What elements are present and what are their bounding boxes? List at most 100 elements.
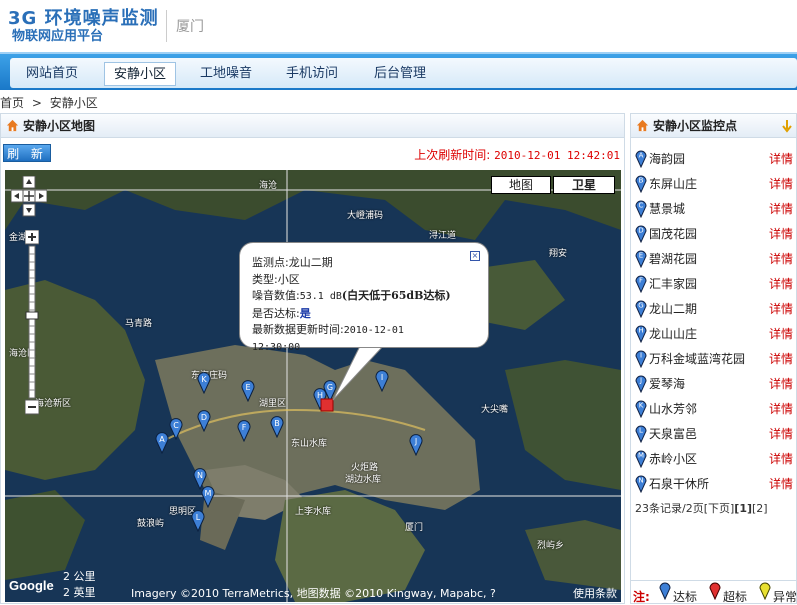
site-list-item[interactable]: L 天泉富邑 详情 [635, 423, 795, 443]
nav-admin[interactable]: 后台管理 [364, 62, 436, 86]
site-detail-link[interactable]: 详情 [769, 450, 793, 467]
scale-mi: 2 英里 [63, 586, 96, 599]
site-name[interactable]: 万科金域蓝湾花园 [649, 350, 745, 367]
site-detail-link[interactable]: 详情 [769, 400, 793, 417]
map-marker-pin-icon[interactable]: L [191, 510, 205, 532]
nav-construction-noise[interactable]: 工地噪音 [190, 62, 262, 86]
site-pin-letter: J [639, 377, 642, 385]
last-refresh-value: 2010-12-01 12:42:01 [494, 149, 620, 162]
site-name[interactable]: 慧景城 [649, 200, 685, 217]
status-legend: 注: 达标 超标 异常 [633, 582, 797, 604]
site-pin-letter: M [638, 452, 644, 460]
site-list-item[interactable]: A 海韵园 详情 [635, 148, 795, 168]
satellite-map[interactable]: 海沧 大嶝浦码 浔江道 翔安 金湖 马青路 海沧区 东海庄码 湖里区 东山水库 … [5, 170, 621, 602]
site-list-item[interactable]: B 东屏山庄 详情 [635, 173, 795, 193]
site-name[interactable]: 山水芳邻 [649, 400, 697, 417]
pager-page-1[interactable]: [1] [734, 502, 752, 515]
site-detail-link[interactable]: 详情 [769, 475, 793, 492]
map-marker-pin-icon[interactable]: B [270, 416, 284, 438]
site-detail-link[interactable]: 详情 [769, 325, 793, 342]
sites-panel-header: 安静小区监控点 [631, 114, 796, 138]
site-list-item[interactable]: C 慧景城 详情 [635, 198, 795, 218]
nav-home[interactable]: 网站首页 [16, 62, 88, 86]
site-list-item[interactable]: E 碧湖花园 详情 [635, 248, 795, 268]
site-pin-icon: I [635, 350, 647, 368]
main-nav-inner: 网站首页 安静小区 工地噪音 手机访问 后台管理 [10, 58, 797, 88]
site-pin-icon: D [635, 225, 647, 243]
site-list-item[interactable]: M 赤岭小区 详情 [635, 448, 795, 468]
site-name[interactable]: 龙山山庄 [649, 325, 697, 342]
site-detail-link[interactable]: 详情 [769, 275, 793, 292]
map-marker-letter: D [201, 413, 207, 422]
site-name[interactable]: 东屏山庄 [649, 175, 697, 192]
place-label: 厦门 [405, 523, 424, 533]
site-name[interactable]: 海韵园 [649, 150, 685, 167]
nav-mobile-access[interactable]: 手机访问 [276, 62, 348, 86]
site-name[interactable]: 赤岭小区 [649, 450, 697, 467]
place-label: 烈屿乡 [537, 541, 565, 551]
map-marker-pin-icon[interactable]: N [193, 468, 207, 490]
site-pin-icon: H [635, 325, 647, 343]
pager-summary: 23条记录/2页 [635, 502, 704, 515]
site-list-item[interactable]: F 汇丰家园 详情 [635, 273, 795, 293]
sites-panel-title: 安静小区监控点 [653, 119, 738, 133]
pan-control[interactable] [11, 176, 47, 230]
site-list-item[interactable]: K 山水芳邻 详情 [635, 398, 795, 418]
refresh-button[interactable]: 刷 新 [3, 144, 51, 162]
map-type-map-button[interactable]: 地图 [491, 176, 551, 194]
site-pin-letter: I [640, 352, 642, 360]
map-marker-pin-icon[interactable]: E [241, 380, 255, 402]
brand-subtitle: 物联网应用平台 [12, 29, 104, 44]
site-detail-link[interactable]: 详情 [769, 200, 793, 217]
site-name[interactable]: 爱琴海 [649, 375, 685, 392]
site-pin-letter: L [639, 427, 643, 435]
close-icon[interactable]: × [470, 251, 480, 261]
zoom-slider[interactable] [25, 230, 39, 416]
site-name[interactable]: 天泉富邑 [649, 425, 697, 442]
site-detail-link[interactable]: 详情 [769, 350, 793, 367]
collapse-arrow-icon[interactable] [782, 119, 792, 133]
google-logo[interactable]: Google [9, 578, 54, 593]
site-list-item[interactable]: I 万科金域蓝湾花园 详情 [635, 348, 795, 368]
site-list-item[interactable]: G 龙山二期 详情 [635, 298, 795, 318]
site-name[interactable]: 石泉干休所 [649, 475, 709, 492]
site-pin-icon: L [635, 425, 647, 443]
site-list-item[interactable]: H 龙山山庄 详情 [635, 323, 795, 343]
legend-note: 注: [633, 590, 650, 604]
site-name[interactable]: 龙山二期 [649, 300, 697, 317]
breadcrumb-home[interactable]: 首页 [0, 96, 24, 110]
terms-link[interactable]: 使用条款 [573, 585, 617, 601]
site-list-item[interactable]: J 爱琴海 详情 [635, 373, 795, 393]
site-pin-letter: E [639, 252, 643, 260]
map-panel: 安静小区地图 刷 新 上次刷新时间: 2010-12-01 12:42:01 海… [0, 113, 625, 604]
site-detail-link[interactable]: 详情 [769, 175, 793, 192]
map-marker-pin-icon[interactable]: K [197, 372, 211, 394]
site-detail-link[interactable]: 详情 [769, 375, 793, 392]
map-marker-letter: J [414, 437, 417, 446]
site-detail-link[interactable]: 详情 [769, 425, 793, 442]
site-detail-link[interactable]: 详情 [769, 300, 793, 317]
site-name[interactable]: 国茂花园 [649, 225, 697, 242]
map-terrain [5, 170, 621, 602]
map-copyright: Imagery ©2010 TerraMetrics, 地图数据 ©2010 K… [131, 587, 496, 600]
popup-noise-note: (白天低于65dB达标) [341, 289, 451, 302]
city-label: 厦门 [176, 19, 204, 35]
map-marker-pin-icon[interactable]: J [409, 434, 423, 456]
pager-next[interactable]: [下页] [704, 502, 735, 515]
site-list-item[interactable]: D 国茂花园 详情 [635, 223, 795, 243]
map-marker-pin-icon[interactable]: C [169, 418, 183, 440]
pager-page-2[interactable]: [2] [752, 502, 768, 515]
site-name[interactable]: 汇丰家园 [649, 275, 697, 292]
site-detail-link[interactable]: 详情 [769, 250, 793, 267]
site-list-item[interactable]: N 石泉干休所 详情 [635, 473, 795, 493]
site-detail-link[interactable]: 详情 [769, 225, 793, 242]
site-detail-link[interactable]: 详情 [769, 150, 793, 167]
popup-update-date: 2010-12-01 [343, 325, 404, 336]
map-marker-pin-icon[interactable]: F [237, 420, 251, 442]
map-marker-pin-icon[interactable]: A [155, 432, 169, 454]
site-name[interactable]: 碧湖花园 [649, 250, 697, 267]
map-marker-pin-icon[interactable]: D [197, 410, 211, 432]
nav-quiet-community[interactable]: 安静小区 [104, 62, 176, 86]
site-pin-icon: M [635, 450, 647, 468]
map-type-satellite-button[interactable]: 卫星 [553, 176, 615, 194]
